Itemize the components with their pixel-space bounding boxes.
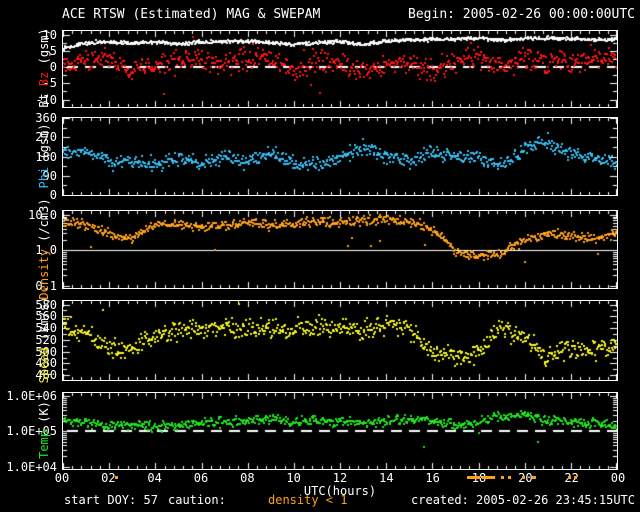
y-axis-title-part: (/cm3)	[37, 197, 51, 249]
y-axis-title-part: Phi	[37, 166, 51, 189]
y-axis-title-part: Bt	[37, 93, 51, 108]
y-axis-title-temp: Temp (K)	[37, 401, 51, 459]
ace-rtsw-plot: ACE RTSW (Estimated) MAG & SWEPAM Begin:…	[0, 0, 640, 512]
xtick-hour: 04	[147, 471, 162, 485]
y-axis-title-density: Density (/cm3)	[37, 198, 51, 299]
y-axis-title-part: (gsm)	[37, 122, 51, 167]
ytick-temp: 1.0E+04	[6, 459, 57, 474]
xtick-hour: 10	[286, 471, 301, 485]
caution-marker	[482, 476, 496, 479]
caution-marker	[114, 476, 118, 479]
y-axis-title-part: Speed	[37, 346, 51, 383]
xtick-hour: 02	[101, 471, 116, 485]
footer-caution-value: density < 1	[268, 493, 348, 507]
ytick-phi: 360	[35, 111, 57, 125]
xtick-hour: 00	[610, 471, 626, 485]
caution-marker	[501, 476, 504, 479]
panel-canvas-density	[63, 211, 617, 288]
panel-phi	[62, 117, 618, 196]
y-axis-title-part: Temp	[37, 430, 51, 459]
y-axis-title-part: (km/s)	[37, 296, 51, 347]
footer-caution-label: caution:	[168, 493, 226, 507]
panel-canvas-speed	[63, 301, 617, 380]
caution-marker	[568, 476, 572, 479]
begin-timestamp: Begin: 2005-02-26 00:00:00UTC	[408, 7, 635, 22]
y-axis-title-phi: Phi (gsm)	[37, 123, 51, 188]
xtick-hour: 12	[332, 471, 348, 485]
y-axis-title-part: (gsm)	[37, 28, 51, 72]
y-axis-title-part: (K)	[37, 401, 51, 430]
xtick-hour: 06	[193, 471, 209, 485]
panel-bt-bz	[62, 30, 618, 108]
panel-speed	[62, 300, 618, 381]
footer-start-doy: start DOY: 57	[64, 493, 158, 507]
panel-temp	[62, 392, 618, 470]
y-axis-title-speed: Speed (km/s)	[37, 296, 51, 383]
caution-marker	[573, 476, 578, 479]
xtick-hour: 22	[564, 471, 579, 485]
xtick-hour: 16	[425, 471, 440, 485]
panel-canvas-temp	[63, 393, 617, 469]
y-axis-title-bt-bz: Bt Bz (gsm)	[37, 28, 51, 108]
caution-marker	[467, 476, 481, 479]
footer-created-timestamp: created: 2005-02-26 23:45:15UTC	[411, 493, 635, 507]
y-axis-title-part: Bz	[37, 71, 51, 94]
xtick-hour: 14	[379, 471, 394, 485]
panel-canvas-phi	[63, 118, 617, 195]
plot-title: ACE RTSW (Estimated) MAG & SWEPAM	[62, 7, 321, 22]
caution-marker	[532, 476, 536, 479]
caution-marker	[521, 476, 526, 479]
caution-marker	[507, 476, 512, 479]
panel-density	[62, 210, 618, 289]
panel-canvas-bt-bz	[63, 31, 617, 107]
xtick-hour: 08	[240, 471, 255, 485]
y-axis-title-part: Density	[37, 248, 51, 300]
xtick-hour: 00	[54, 471, 70, 485]
